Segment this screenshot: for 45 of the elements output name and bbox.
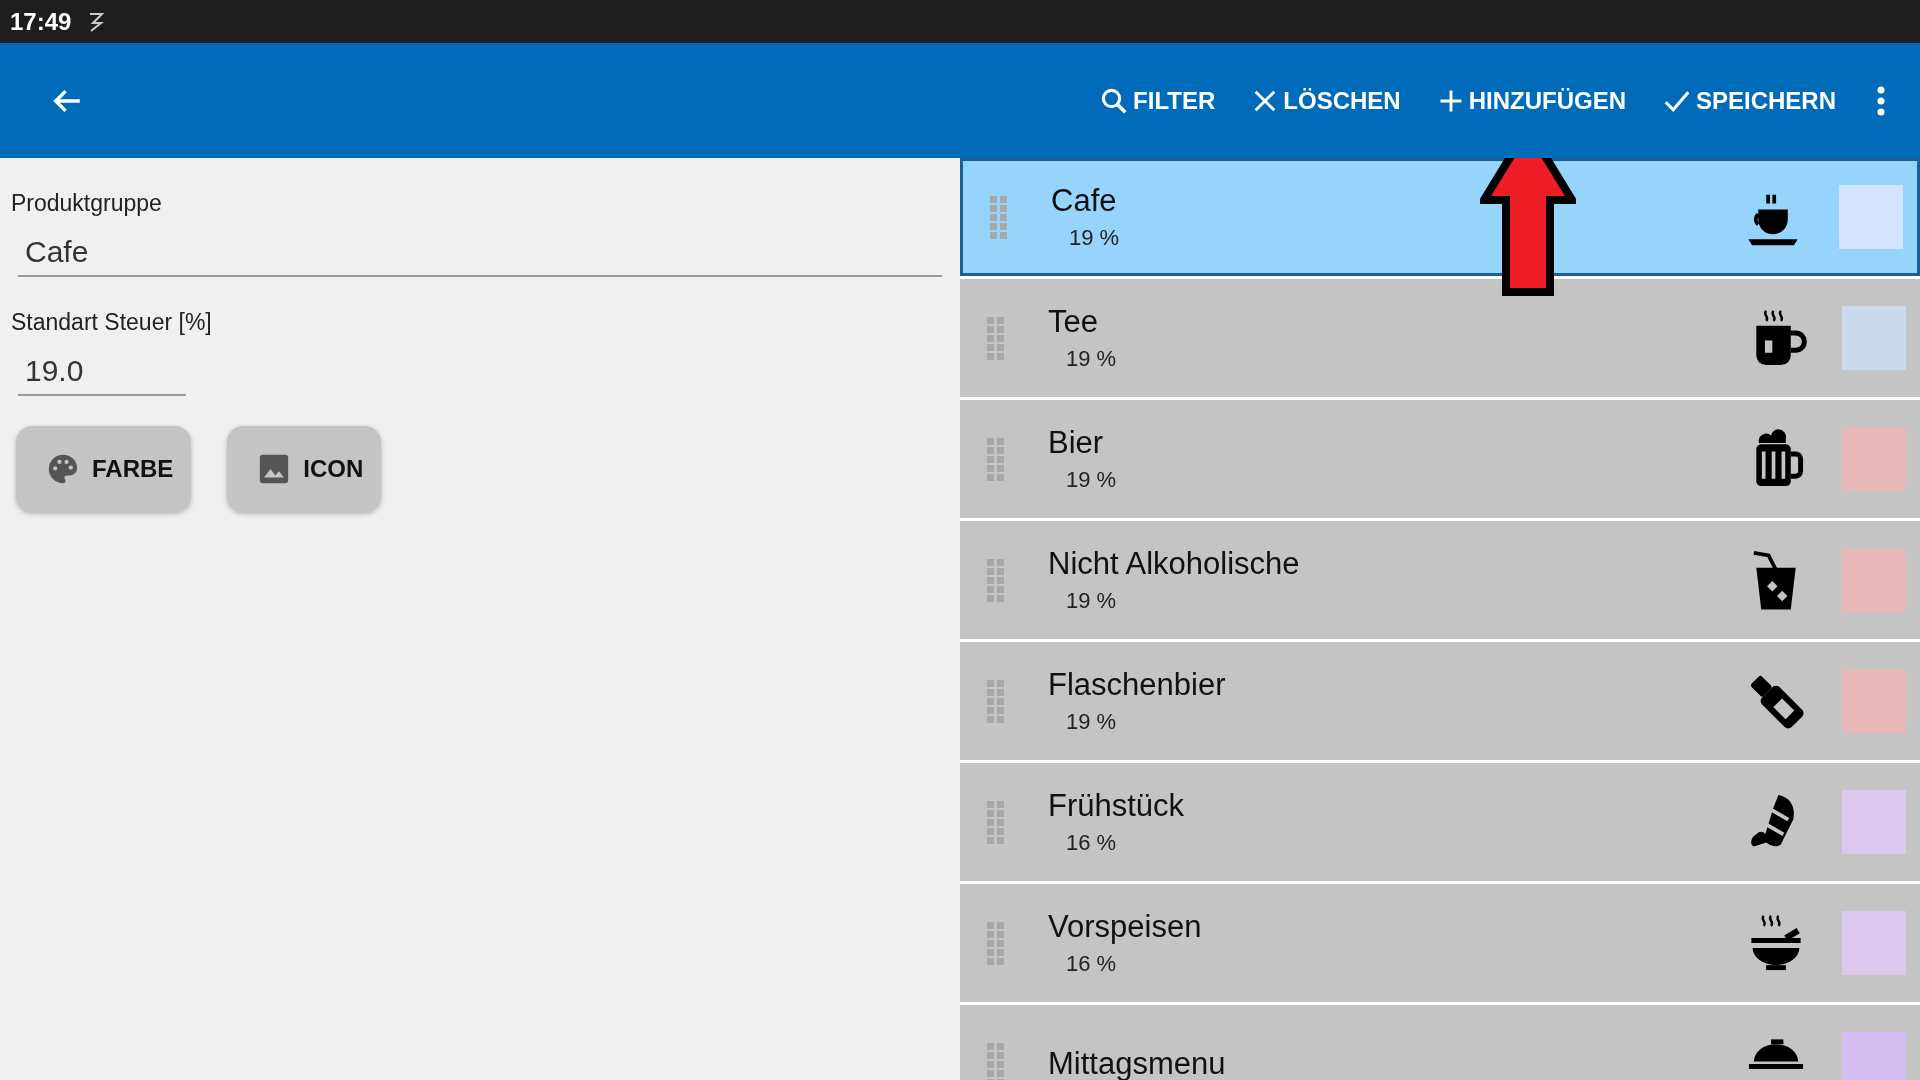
drag-handle-icon[interactable] bbox=[989, 195, 1009, 239]
toolbar-action[interactable]: LÖSCHEN bbox=[1245, 78, 1407, 123]
field-label: Produktgruppe bbox=[11, 190, 163, 217]
group-name: Frühstück bbox=[1048, 788, 1186, 824]
drag-handle-icon[interactable] bbox=[986, 921, 1006, 965]
tax-rate: 19 % bbox=[1069, 225, 1121, 251]
toolbar-action[interactable]: SPEICHERN bbox=[1655, 77, 1842, 124]
field-label: Standart Steuer [%] bbox=[11, 309, 213, 336]
tax-rate: 19 % bbox=[1066, 346, 1118, 372]
tax-rate: 19 % bbox=[1066, 709, 1118, 735]
tax-rate: 19 % bbox=[1066, 588, 1118, 614]
drag-handle-icon[interactable] bbox=[986, 437, 1006, 481]
drag-handle-icon[interactable] bbox=[986, 558, 1006, 602]
more-icon bbox=[1876, 84, 1886, 117]
palette-icon bbox=[46, 452, 80, 486]
group-row[interactable]: Vorspeisen 16 % bbox=[960, 884, 1920, 1002]
group-name: Flaschenbier bbox=[1048, 667, 1227, 703]
group-name: Vorspeisen bbox=[1048, 909, 1203, 945]
form-button[interactable]: ICON bbox=[227, 426, 382, 512]
form-button[interactable]: FARBE bbox=[16, 426, 192, 512]
drag-handle-icon[interactable] bbox=[986, 800, 1006, 844]
tax-rate: 16 % bbox=[1066, 951, 1118, 977]
group-name: Cafe bbox=[1051, 183, 1118, 219]
group-row[interactable]: Bier 19 % bbox=[960, 400, 1920, 518]
group-name: Mittagsmenu bbox=[1048, 1046, 1227, 1080]
group-row[interactable]: Mittagsmenu bbox=[960, 1005, 1920, 1080]
drag-handle-icon[interactable] bbox=[986, 1042, 1006, 1080]
group-row[interactable]: Cafe 19 % bbox=[960, 158, 1920, 276]
toolbar-action[interactable]: FILTER bbox=[1093, 77, 1222, 124]
group-name: Tee bbox=[1048, 304, 1099, 340]
tax-rate: 16 % bbox=[1066, 830, 1118, 856]
text-field[interactable]: Cafe bbox=[18, 223, 942, 277]
tax-rate: 19 % bbox=[1066, 467, 1118, 493]
text-field[interactable]: 19.0 bbox=[18, 342, 186, 396]
notification-icon bbox=[87, 10, 106, 33]
toolbar-action[interactable]: HINZUFÜGEN bbox=[1430, 78, 1632, 123]
drag-handle-icon[interactable] bbox=[986, 679, 1006, 723]
group-row[interactable]: Frühstück 16 % bbox=[960, 763, 1920, 881]
clock-time: 17:49 bbox=[10, 7, 72, 36]
group-name: Nicht Alkoholische bbox=[1048, 546, 1301, 582]
group-row[interactable]: Flaschenbier 19 % bbox=[960, 642, 1920, 760]
group-name: Bier bbox=[1048, 425, 1105, 461]
group-row[interactable]: Nicht Alkoholische 19 % bbox=[960, 521, 1920, 639]
drag-handle-icon[interactable] bbox=[986, 316, 1006, 360]
group-row[interactable]: Tee 19 % bbox=[960, 279, 1920, 397]
